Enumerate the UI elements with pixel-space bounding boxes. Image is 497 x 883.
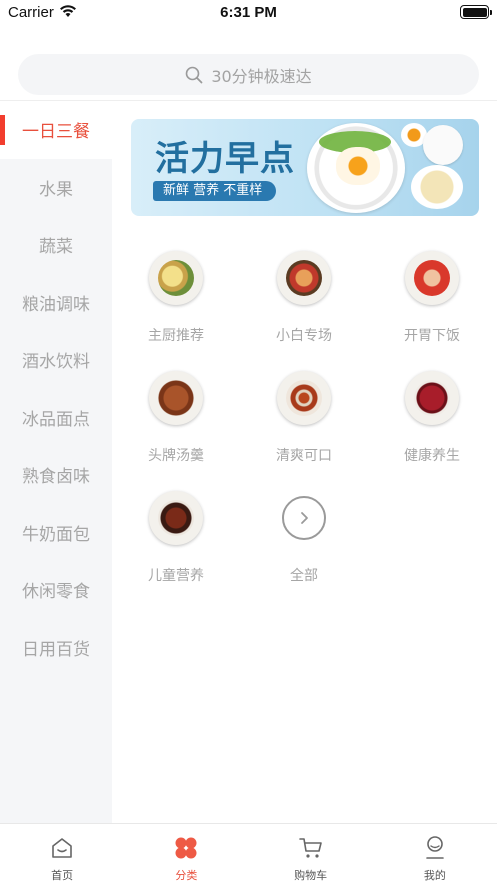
dish-icon [149, 491, 203, 545]
subcategory-label: 儿童营养 [148, 568, 204, 584]
sidebar-item-dairy-bread[interactable]: 牛奶面包 [0, 504, 112, 562]
dish-icon [405, 371, 459, 425]
subcategory-label: 小白专场 [276, 328, 332, 344]
tab-label: 首页 [51, 869, 74, 882]
sidebar-item-label: 粮油调味 [22, 294, 90, 315]
sidebar-item-label: 牛奶面包 [22, 524, 90, 545]
subcategory-label: 主厨推荐 [148, 328, 204, 344]
cart-icon [298, 838, 322, 858]
sidebar-item-label: 酒水饮料 [22, 352, 90, 373]
search-placeholder: 30分钟极速达 [211, 66, 312, 86]
subcategory-label: 头牌汤羹 [148, 448, 204, 464]
tab-profile[interactable]: 我的 [373, 824, 497, 883]
dish-icon [277, 251, 331, 305]
tab-label: 购物车 [294, 869, 328, 882]
dish-icon [149, 371, 203, 425]
sidebar-item-fruit[interactable]: 水果 [0, 159, 112, 217]
subcategory-label: 开胃下饭 [404, 328, 460, 344]
sidebar-item-grain-oil[interactable]: 粮油调味 [0, 274, 112, 332]
banner-tagline: 新鲜 营养 不重样 [153, 181, 277, 201]
dish-icon [149, 251, 203, 305]
promo-banner[interactable]: 活力早点 新鲜 营养 不重样 [131, 119, 479, 216]
sidebar-item-label: 休闲零食 [22, 582, 90, 603]
subcategory-kids[interactable]: 儿童营养 [112, 481, 240, 591]
fried-egg-image [336, 147, 380, 185]
category-content: 活力早点 新鲜 营养 不重样 主厨推荐 小白专场 开胃下饭 头牌汤羹 清爽可口 [112, 101, 497, 823]
sidebar-item-frozen[interactable]: 冰品面点 [0, 389, 112, 447]
subcategory-chef-recommend[interactable]: 主厨推荐 [112, 241, 240, 351]
sidebar-item-label: 日用百货 [22, 639, 90, 660]
sidebar-item-household[interactable]: 日用百货 [0, 619, 112, 677]
sidebar-item-drinks[interactable]: 酒水饮料 [0, 331, 112, 389]
banner-title: 活力早点 [155, 139, 295, 179]
profile-icon [426, 836, 444, 859]
status-time: 6:31 PM [220, 4, 277, 21]
banana-plate-image [411, 165, 463, 209]
tab-cart[interactable]: 购物车 [249, 824, 373, 883]
subcategory-beginner[interactable]: 小白专场 [240, 241, 368, 351]
tab-bar: 首页 分类 购物车 我的 [0, 823, 497, 883]
sidebar-item-label: 水果 [39, 179, 73, 200]
subcategory-label: 全部 [290, 568, 318, 584]
subcategory-healthy[interactable]: 健康养生 [368, 361, 496, 471]
sidebar-item-label: 冰品面点 [22, 409, 90, 430]
chevron-right-icon [282, 496, 326, 540]
sidebar-item-label: 蔬菜 [39, 237, 73, 258]
sidebar-item-meals[interactable]: 一日三餐 [0, 101, 112, 159]
sidebar-item-label: 一日三餐 [22, 122, 90, 143]
status-bar: Carrier 6:31 PM [0, 0, 497, 28]
sidebar-item-vegetables[interactable]: 蔬菜 [0, 216, 112, 274]
tab-home[interactable]: 首页 [0, 824, 124, 883]
subcategory-label: 清爽可口 [276, 448, 332, 464]
tab-label: 分类 [175, 869, 198, 882]
sidebar-item-deli[interactable]: 熟食卤味 [0, 446, 112, 504]
subcategory-appetizer[interactable]: 开胃下饭 [368, 241, 496, 351]
search-bar[interactable]: 30分钟极速达 [18, 54, 479, 95]
category-sidebar: 一日三餐 水果 蔬菜 粮油调味 酒水饮料 冰品面点 熟食卤味 牛奶面包 休闲零食… [0, 101, 112, 823]
subcategory-all[interactable]: 全部 [240, 481, 368, 591]
subcategory-soup[interactable]: 头牌汤羹 [112, 361, 240, 471]
sidebar-item-label: 熟食卤味 [22, 467, 90, 488]
search-icon [186, 66, 203, 83]
battery-icon [460, 5, 492, 19]
milk-cup-image [423, 125, 463, 165]
subcategory-label: 健康养生 [404, 448, 460, 464]
category-icon [175, 837, 197, 859]
dish-icon [405, 251, 459, 305]
subcategory-refreshing[interactable]: 清爽可口 [240, 361, 368, 471]
tab-category[interactable]: 分类 [124, 824, 248, 883]
sidebar-item-snacks[interactable]: 休闲零食 [0, 561, 112, 619]
home-icon [52, 838, 72, 858]
tab-label: 我的 [423, 869, 446, 882]
dish-icon [277, 371, 331, 425]
